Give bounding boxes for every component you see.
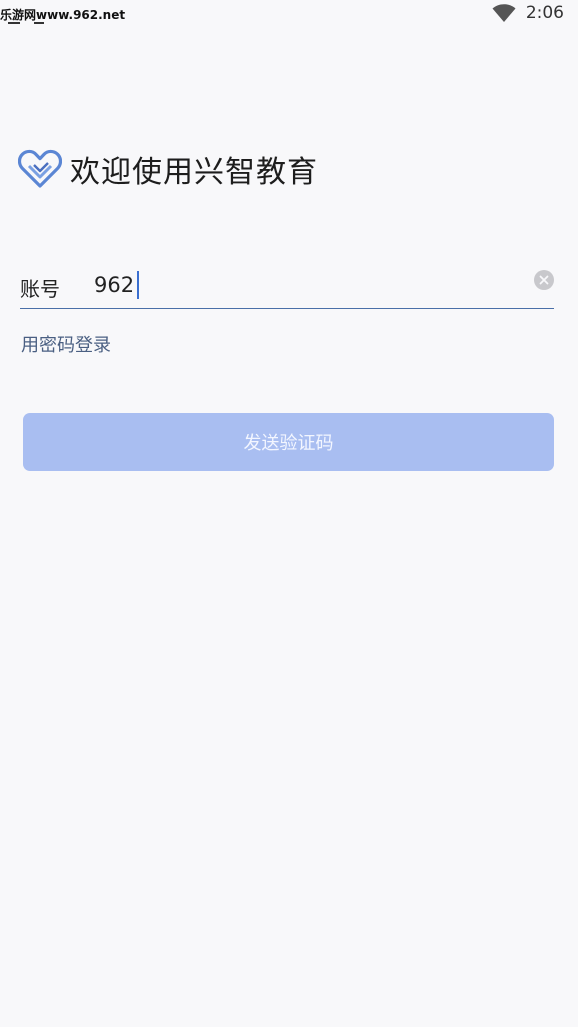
account-input[interactable]: 962	[94, 268, 494, 302]
send-code-button[interactable]: 发送验证码	[23, 413, 554, 471]
account-field-row: 账号 962	[20, 262, 554, 309]
account-value: 962	[94, 273, 135, 297]
close-icon	[539, 275, 549, 285]
watermark-bars	[8, 22, 44, 26]
clear-input-button[interactable]	[534, 270, 554, 290]
welcome-title: 欢迎使用兴智教育	[70, 155, 318, 190]
welcome-header: 欢迎使用兴智教育	[18, 147, 318, 191]
watermark-url: www.962.net	[36, 8, 126, 22]
wifi-icon	[492, 4, 516, 22]
status-time: 2:06	[525, 3, 564, 23]
watermark-site: 乐游网	[0, 8, 37, 22]
heart-logo-icon	[18, 149, 62, 188]
status-bar: 乐游网www.962.net 2:06	[0, 0, 578, 30]
account-label: 账号	[20, 277, 60, 301]
text-cursor	[137, 271, 140, 299]
watermark: 乐游网www.962.net	[0, 6, 125, 23]
status-right: 2:06	[492, 3, 564, 23]
password-login-link[interactable]: 用密码登录	[21, 331, 111, 357]
